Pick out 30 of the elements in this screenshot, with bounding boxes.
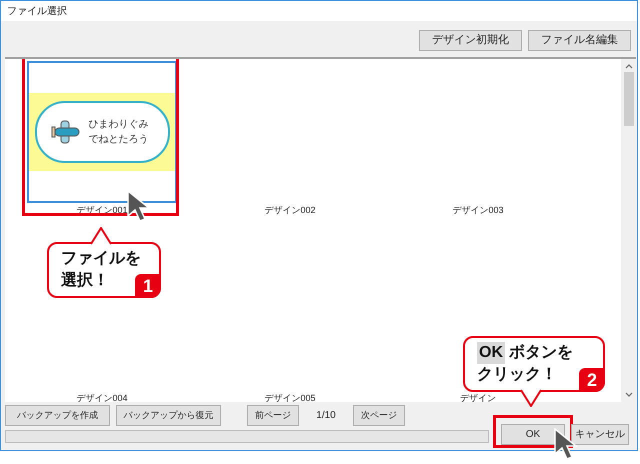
airplane-icon xyxy=(50,119,80,145)
callout-text: ファイルを xyxy=(61,249,141,269)
scroll-down-icon[interactable] xyxy=(624,392,632,398)
thumbnail-text: ひまわりぐみ xyxy=(88,118,148,131)
scrollbar[interactable] xyxy=(621,59,636,402)
previous-page-button[interactable]: 前ページ xyxy=(247,405,299,426)
design-label[interactable]: デザイン005 xyxy=(264,393,316,402)
dialog-button[interactable]: キャンセル xyxy=(571,424,629,445)
callout-text: クリック！ xyxy=(477,365,557,385)
design-label[interactable]: デザイン xyxy=(460,393,496,402)
callout-text: ボタンを xyxy=(509,343,573,363)
toolbar-button[interactable]: ファイル名編集 xyxy=(528,30,631,50)
thumbnail-text: でねとたろう xyxy=(88,133,148,146)
callout-text: 選択！ xyxy=(61,270,109,291)
step-badge: 1 xyxy=(135,274,161,298)
scroll-up-icon[interactable] xyxy=(624,63,632,69)
page-indicator: 1/10 xyxy=(315,409,337,423)
design-label[interactable]: デザイン004 xyxy=(76,393,128,402)
design-label[interactable]: デザイン002 xyxy=(264,205,316,216)
cursor-icon xyxy=(554,428,578,461)
scrollbar-thumb[interactable] xyxy=(624,72,634,126)
step-badge: 2 xyxy=(579,368,605,392)
toolbar-button[interactable]: デザイン初期化 xyxy=(419,30,522,50)
backup-button[interactable]: バックアップを作成 xyxy=(5,405,110,426)
design-label[interactable]: デザイン003 xyxy=(452,205,504,216)
key-label: OK xyxy=(477,342,505,364)
window-title: ファイル選択 xyxy=(7,4,67,18)
design-thumbnail[interactable]: ひまわりぐみ でねとたろう xyxy=(27,61,177,203)
backup-button[interactable]: バックアップから復元 xyxy=(116,405,221,426)
next-page-button[interactable]: 次ページ xyxy=(353,405,405,426)
